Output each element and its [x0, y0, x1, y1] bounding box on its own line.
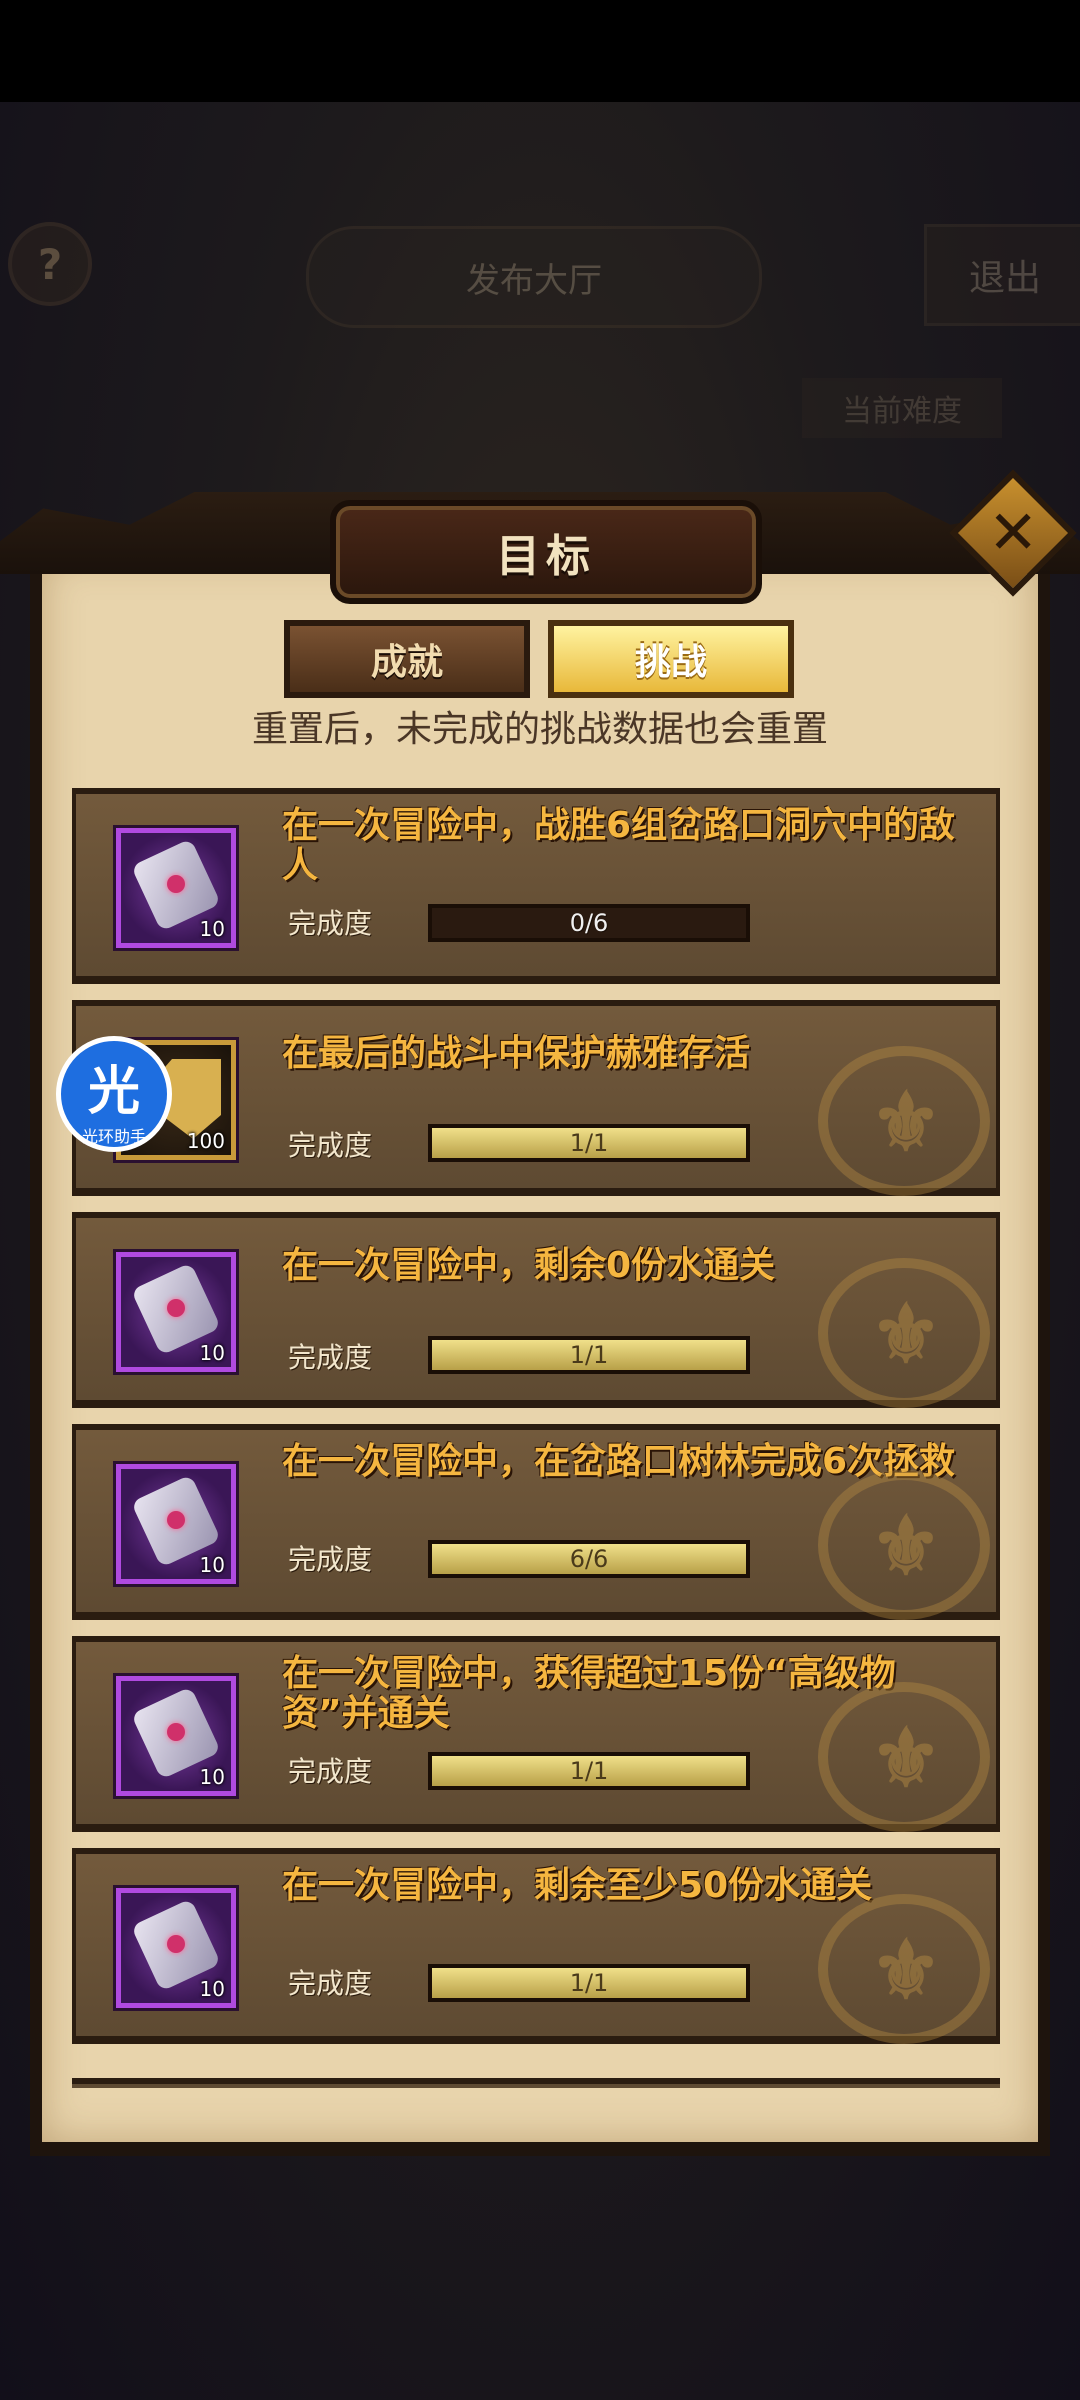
gem-icon: [167, 875, 185, 893]
completed-stamp-icon: ⚜: [870, 1075, 942, 1169]
exit-button-label: 退出: [968, 258, 1041, 299]
reward-count: 100: [186, 1129, 225, 1153]
challenge-title: 在一次冒险中，剩余0份水通关: [282, 1245, 776, 1286]
top-pill-label: 发布大厅: [466, 260, 602, 301]
gem-icon: [167, 1723, 185, 1741]
reward-item[interactable]: 10: [116, 1888, 236, 2008]
progress-bar: 1/1: [428, 1336, 750, 1374]
reward-item[interactable]: 10: [116, 1252, 236, 1372]
tab-challenges-label: 挑战: [634, 642, 707, 683]
progress-label: 完成度: [288, 907, 373, 940]
difficulty-tab-label: 当前难度: [842, 394, 962, 429]
top-pill[interactable]: 发布大厅: [306, 226, 762, 328]
completed-stamp-icon: ⚜: [870, 1711, 942, 1805]
progress-label: 完成度: [288, 1341, 373, 1374]
challenge-title: 在最后的战斗中保护赫雅存活: [282, 1033, 751, 1074]
panel-title-plate: 目标: [330, 500, 762, 604]
progress-label: 完成度: [288, 1967, 373, 2000]
challenge-title: 在一次冒险中，在岔路口树林完成6次拯救: [282, 1441, 956, 1482]
progress-label: 完成度: [288, 1755, 373, 1788]
assistant-logo-icon: 光: [87, 1062, 140, 1122]
progress-bar: 0/6: [428, 904, 750, 942]
gem-icon: [167, 1935, 185, 1953]
challenge-card[interactable]: ⚜ 10 在一次冒险中，剩余至少50份水通关 完成度 1/1: [72, 1848, 1000, 2044]
tab-achievements[interactable]: 成就: [284, 620, 530, 698]
challenge-card[interactable]: ⚜ 10 在一次冒险中，获得超过15份“高级物资”并通关 完成度 1/1: [72, 1636, 1000, 1832]
progress-text: 0/6: [569, 909, 609, 937]
tab-challenges[interactable]: 挑战: [548, 620, 794, 698]
completed-stamp-icon: ⚜: [870, 1499, 942, 1593]
assistant-label: 光环助手: [81, 1127, 146, 1146]
reward-count: 10: [199, 1977, 225, 2001]
progress-text: 1/1: [569, 1129, 609, 1157]
exit-button[interactable]: 退出: [924, 224, 1080, 326]
progress-text: 1/1: [569, 1969, 609, 1997]
challenge-card-partial[interactable]: [72, 2078, 1000, 2088]
overlay-assistant-badge[interactable]: 光 光环助手: [56, 1036, 172, 1152]
completed-stamp-icon: ⚜: [870, 1287, 942, 1381]
reward-item[interactable]: 10: [116, 828, 236, 948]
close-icon: ✕: [987, 498, 1039, 568]
reward-count: 10: [199, 1553, 225, 1577]
reward-item[interactable]: 10: [116, 1676, 236, 1796]
progress-bar: 1/1: [428, 1964, 750, 2002]
progress-text: 1/1: [569, 1757, 609, 1785]
progress-text: 1/1: [569, 1341, 609, 1369]
tab-achievements-label: 成就: [370, 642, 443, 683]
challenge-title: 在一次冒险中，剩余至少50份水通关: [282, 1865, 873, 1906]
reward-count: 10: [199, 1765, 225, 1789]
challenge-title: 在一次冒险中，获得超过15份“高级物资”并通关: [282, 1653, 896, 1734]
progress-text: 6/6: [569, 1545, 609, 1573]
progress-bar: 1/1: [428, 1752, 750, 1790]
progress-label: 完成度: [288, 1129, 373, 1162]
challenge-card[interactable]: ⚜ 100 在最后的战斗中保护赫雅存活 完成度 1/1: [72, 1000, 1000, 1196]
gem-icon: [167, 1511, 185, 1529]
challenge-list[interactable]: 10 在一次冒险中，战胜6组岔路口洞穴中的敌人 完成度 0/6 ⚜ 100 在最…: [72, 788, 1000, 2088]
progress-bar: 6/6: [428, 1540, 750, 1578]
help-button[interactable]: ?: [8, 222, 92, 306]
challenge-card[interactable]: ⚜ 10 在一次冒险中，剩余0份水通关 完成度 1/1: [72, 1212, 1000, 1408]
completed-stamp-icon: ⚜: [870, 1923, 942, 2017]
gem-icon: [167, 1299, 185, 1317]
panel-title: 目标: [496, 531, 596, 582]
challenge-card[interactable]: ⚜ 10 在一次冒险中，在岔路口树林完成6次拯救 完成度 6/6: [72, 1424, 1000, 1620]
challenge-title: 在一次冒险中，战胜6组岔路口洞穴中的敌人: [282, 805, 956, 886]
difficulty-tab[interactable]: 当前难度: [802, 378, 1002, 438]
help-icon: ?: [37, 239, 63, 289]
challenge-card[interactable]: 10 在一次冒险中，战胜6组岔路口洞穴中的敌人 完成度 0/6: [72, 788, 1000, 984]
status-bar: [0, 0, 1080, 102]
reward-count: 10: [199, 917, 225, 941]
progress-label: 完成度: [288, 1543, 373, 1576]
reward-item[interactable]: 10: [116, 1464, 236, 1584]
reset-notice: 重置后，未完成的挑战数据也会重置: [251, 709, 828, 750]
reward-count: 10: [199, 1341, 225, 1365]
progress-bar: 1/1: [428, 1124, 750, 1162]
